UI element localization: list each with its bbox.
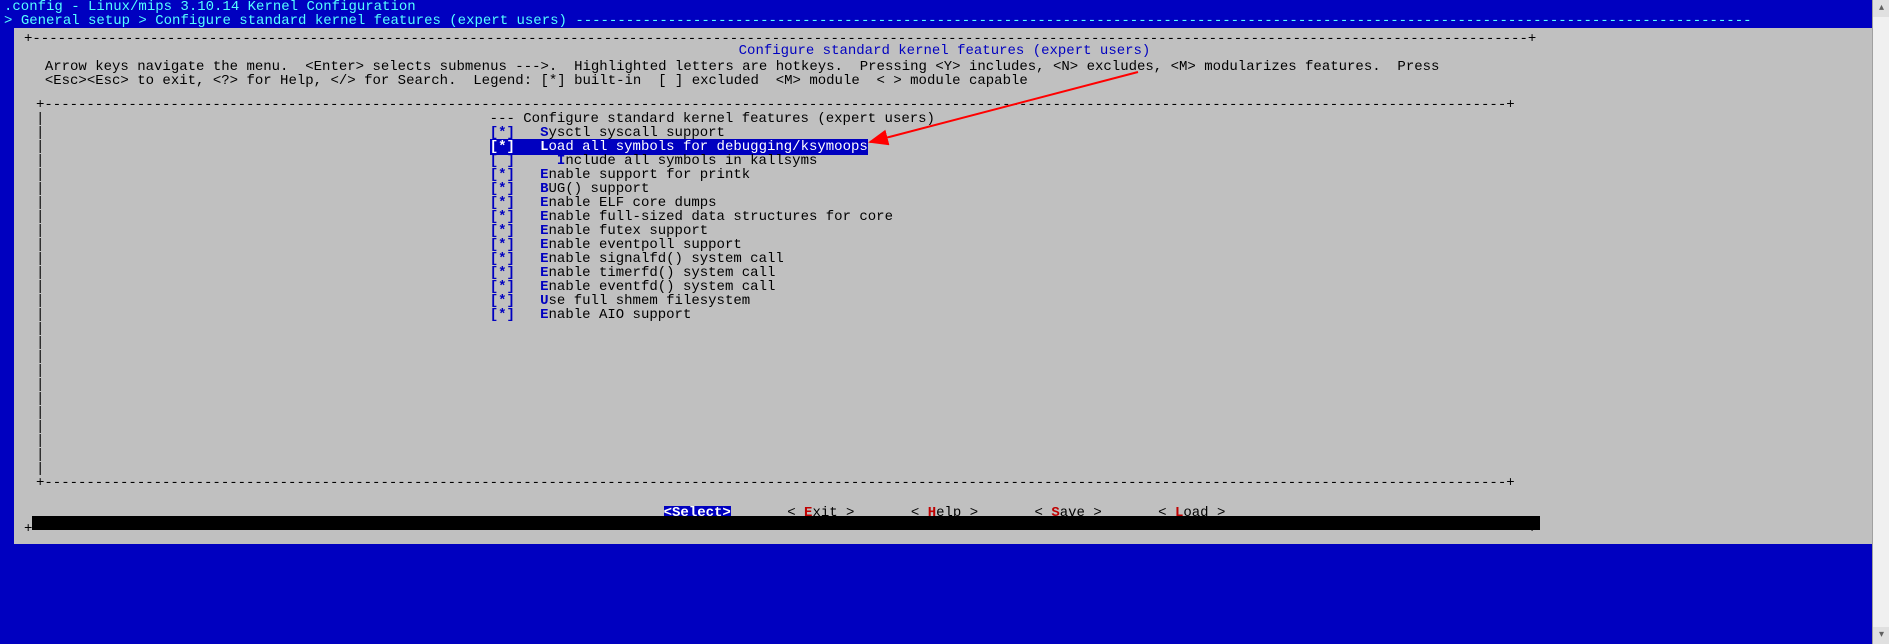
menu-blank: | [36,350,1853,364]
menu-item[interactable]: | [*] Sysctl syscall support [36,126,1853,140]
menu-item[interactable]: | [*] Load all symbols for debugging/ksy… [36,140,1853,154]
menu-header: | --- Configure standard kernel features… [36,112,1853,126]
menu-blank: | [36,462,1853,476]
menu-item[interactable]: | [*] Enable signalfd() system call [36,252,1853,266]
menu-item[interactable]: | [*] Enable support for printk [36,168,1853,182]
shadow-decoration [32,516,1540,530]
scroll-up-icon[interactable]: ▴ [1873,0,1889,17]
menu-blank: | [36,420,1853,434]
menu-blank: | [36,364,1853,378]
menu-item[interactable]: | [ ] Include all symbols in kallsyms [36,154,1853,168]
menu-blank: | [36,378,1853,392]
menu-blank: | [36,448,1853,462]
menu-item[interactable]: | [*] Enable eventfd() system call [36,280,1853,294]
window-scrollbar[interactable]: ▴ ▾ [1872,0,1889,644]
help-text-line2: <Esc><Esc> to exit, <?> for Help, </> fo… [22,74,1867,88]
dialog-title: Configure standard kernel features (expe… [22,44,1867,58]
menu-list[interactable]: | --- Configure standard kernel features… [36,112,1853,476]
menu-item[interactable]: | [*] Enable full-sized data structures … [36,210,1853,224]
menu-box: +---------------------------------------… [36,94,1853,494]
menu-item[interactable]: | [*] Enable eventpoll support [36,238,1853,252]
menu-item[interactable]: | [*] BUG() support [36,182,1853,196]
menu-item[interactable]: | [*] Enable AIO support [36,308,1853,322]
menu-item[interactable]: | [*] Enable futex support [36,224,1853,238]
menu-blank: | [36,434,1853,448]
menu-item[interactable]: | [*] Use full shmem filesystem [36,294,1853,308]
dialog-box: +---------------------------------------… [14,28,1875,544]
menu-blank: | [36,322,1853,336]
menu-blank: | [36,336,1853,350]
menu-blank: | [36,406,1853,420]
menu-blank: | [36,392,1853,406]
help-text-line1: Arrow keys navigate the menu. <Enter> se… [22,60,1867,74]
breadcrumb: > General setup > Configure standard ker… [0,14,1889,28]
window-title: .config - Linux/mips 3.10.14 Kernel Conf… [0,0,1889,14]
scroll-down-icon[interactable]: ▾ [1873,627,1889,644]
menu-item[interactable]: | [*] Enable ELF core dumps [36,196,1853,210]
menu-item[interactable]: | [*] Enable timerfd() system call [36,266,1853,280]
